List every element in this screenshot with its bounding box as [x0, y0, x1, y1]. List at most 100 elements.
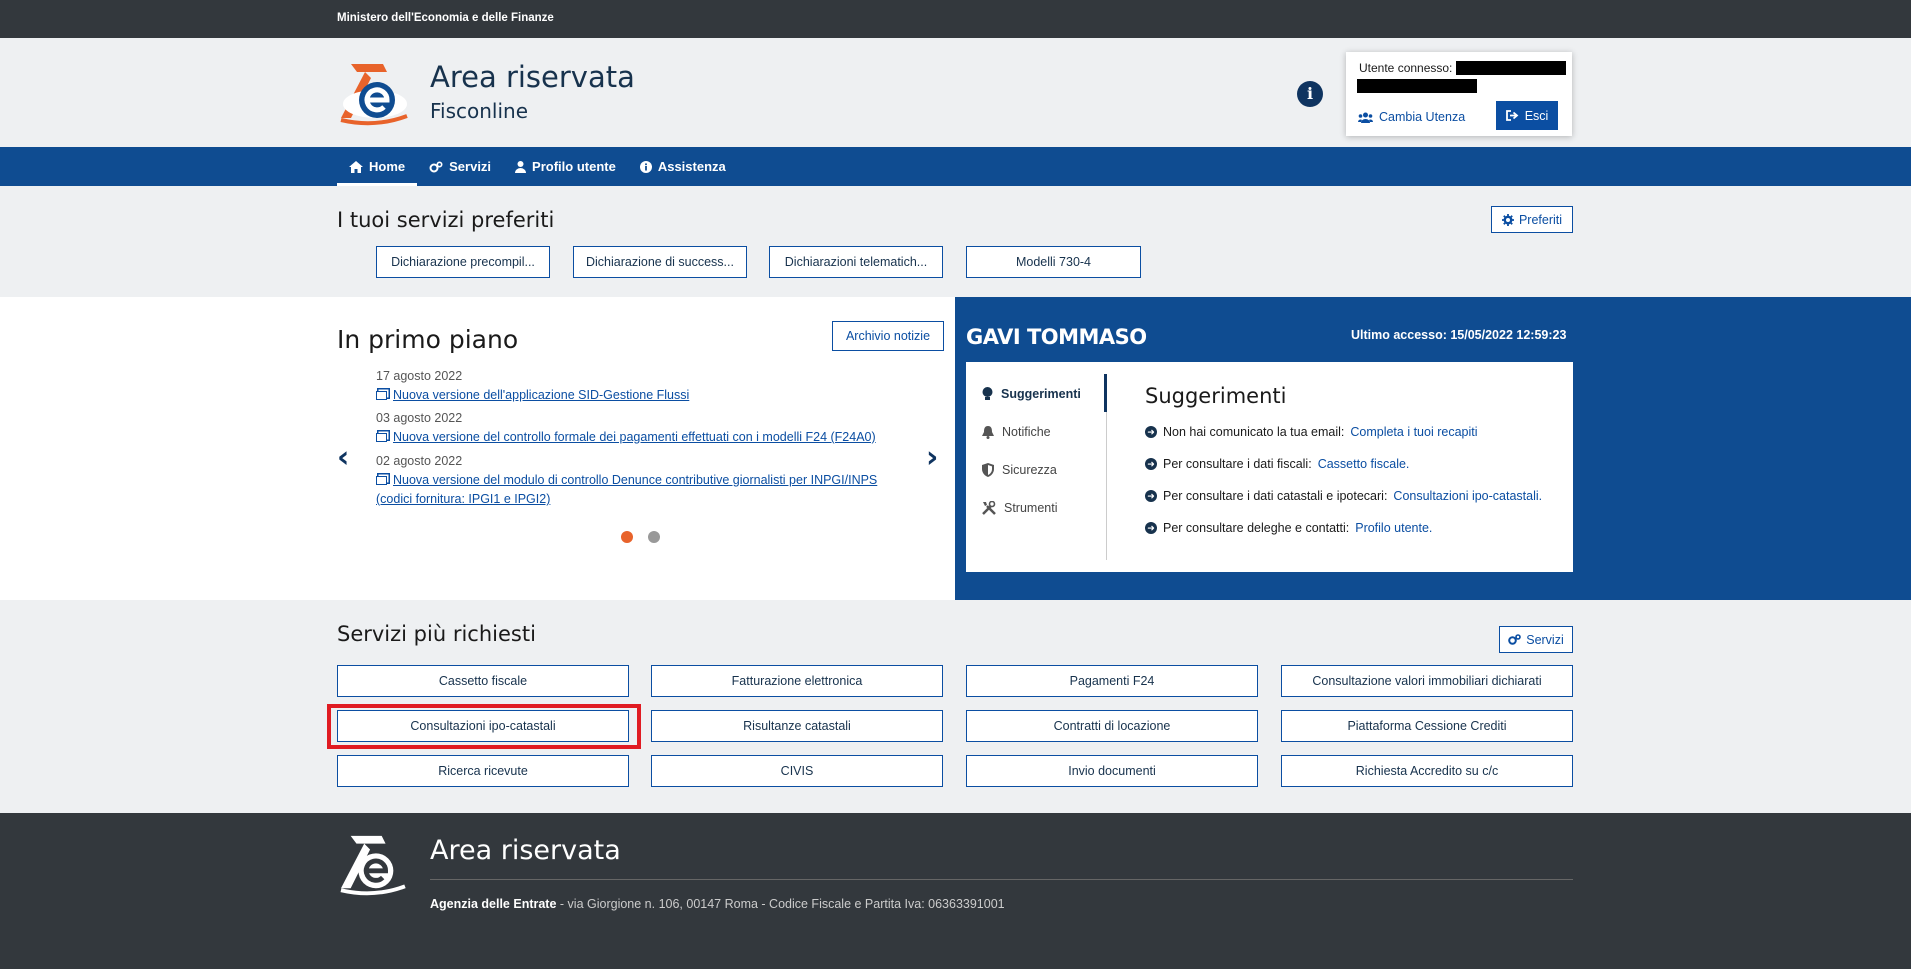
carousel-dot-active[interactable] [621, 531, 633, 543]
connected-user-label: Utente connesso: [1359, 61, 1453, 75]
footer: Area riservata Agenzia delle Entrate - v… [0, 813, 1911, 969]
arrow-circle-right-icon: ➜ [1145, 426, 1157, 438]
suggestion-1: ➜ Non hai comunicato la tua email: Compl… [1145, 425, 1478, 439]
news-archive-button[interactable]: Archivio notizie [832, 321, 944, 351]
favorite-service-2[interactable]: Dichiarazione di success... [573, 246, 747, 278]
window-icon [376, 476, 387, 485]
tab-notifiche[interactable]: Notifiche [982, 425, 1051, 439]
user-icon [515, 160, 527, 173]
service-invio-documenti[interactable]: Invio documenti [966, 755, 1258, 787]
service-valori-immobiliari[interactable]: Consultazione valori immobiliari dichiar… [1281, 665, 1573, 697]
arrow-circle-right-icon: ➜ [1145, 490, 1157, 502]
favorites-section: I tuoi servizi preferiti Preferiti Dichi… [0, 186, 1911, 297]
news-title: In primo piano [337, 325, 519, 354]
bell-icon [982, 425, 994, 439]
agenzia-logo[interactable] [337, 60, 409, 126]
nav-assistenza[interactable]: Assistenza [628, 147, 738, 186]
news-link-2[interactable]: Nuova versione del controllo formale dei… [376, 428, 906, 447]
info-icon[interactable]: i [1297, 81, 1323, 107]
news-link-text-1: Nuova versione dell'applicazione SID-Ges… [393, 388, 690, 402]
ministry-bar: Ministero dell'Economia e delle Finanze [0, 0, 1911, 38]
favorite-service-4[interactable]: Modelli 730-4 [966, 246, 1141, 278]
carousel-next-icon[interactable]: › [926, 440, 938, 475]
main-nav: Home Servizi Profilo utente Assistenza [0, 147, 1911, 186]
suggestion-3-link[interactable]: Consultazioni ipo-catastali. [1393, 489, 1542, 503]
carousel-dot[interactable] [648, 531, 660, 543]
switch-user-label: Cambia Utenza [1379, 110, 1466, 124]
footer-address: Agenzia delle Entrate - via Giorgione n.… [430, 897, 1005, 911]
service-pagamenti-f24[interactable]: Pagamenti F24 [966, 665, 1258, 697]
suggestion-4: ➜ Per consultare deleghe e contatti: Pro… [1145, 521, 1432, 535]
home-icon [349, 160, 363, 173]
agenzia-logo-footer [340, 835, 406, 896]
info-circle-icon [639, 160, 652, 173]
services-button[interactable]: Servizi [1499, 626, 1573, 653]
service-contratti-locazione[interactable]: Contratti di locazione [966, 710, 1258, 742]
news-link-3[interactable]: Nuova versione del modulo di controllo D… [376, 471, 906, 509]
service-cessione-crediti[interactable]: Piattaforma Cessione Crediti [1281, 710, 1573, 742]
tab-sicurezza[interactable]: Sicurezza [982, 463, 1057, 477]
tab-suggerimenti-label: Suggerimenti [1001, 387, 1081, 401]
news-link-1[interactable]: Nuova versione dell'applicazione SID-Ges… [376, 386, 906, 405]
nav-home-label: Home [369, 159, 406, 174]
favorite-service-1[interactable]: Dichiarazione precompil... [376, 246, 550, 278]
user-card: Suggerimenti Notifiche Sicurezza Strumen… [966, 362, 1573, 572]
cogs-icon [429, 160, 443, 172]
carousel-prev-icon[interactable]: ‹ [337, 440, 349, 475]
nav-profilo[interactable]: Profilo utente [503, 147, 628, 186]
suggestion-4-text: Per consultare deleghe e contatti: [1163, 521, 1350, 535]
services-button-label: Servizi [1526, 632, 1564, 647]
footer-divider [430, 879, 1573, 880]
suggestion-4-link[interactable]: Profilo utente. [1355, 521, 1432, 535]
sign-out-icon [1505, 110, 1519, 121]
suggestions-title: Suggerimenti [1145, 384, 1287, 408]
tab-strumenti[interactable]: Strumenti [982, 501, 1058, 515]
user-box: Utente connesso: Cambia Utenza Esci [1346, 52, 1572, 136]
service-accredito[interactable]: Richiesta Accredito su c/c [1281, 755, 1573, 787]
news-date-3: 02 agosto 2022 [376, 454, 463, 468]
tools-icon [982, 501, 996, 515]
window-icon [376, 391, 387, 400]
window-icon [376, 433, 387, 442]
favorites-button[interactable]: Preferiti [1491, 206, 1573, 233]
service-civis[interactable]: CIVIS [651, 755, 943, 787]
logout-button[interactable]: Esci [1496, 101, 1558, 130]
footer-title: Area riservata [430, 835, 621, 866]
redacted-username-line2 [1357, 79, 1477, 93]
suggestion-2-text: Per consultare i dati fiscali: [1163, 457, 1312, 471]
nav-servizi-label: Servizi [449, 159, 492, 174]
service-ricerca-ricevute[interactable]: Ricerca ricevute [337, 755, 629, 787]
tab-notifiche-label: Notifiche [1002, 425, 1051, 439]
service-risultanze-catastali[interactable]: Risultanze catastali [651, 710, 943, 742]
arrow-circle-right-icon: ➜ [1145, 522, 1157, 534]
suggestion-2: ➜ Per consultare i dati fiscali: Cassett… [1145, 457, 1409, 471]
nav-profilo-label: Profilo utente [532, 159, 616, 174]
service-cassetto-fiscale[interactable]: Cassetto fiscale [337, 665, 629, 697]
nav-home[interactable]: Home [337, 147, 418, 186]
service-fatturazione-elettronica[interactable]: Fatturazione elettronica [651, 665, 943, 697]
news-date-1: 17 agosto 2022 [376, 369, 463, 383]
last-access: Ultimo accesso: 15/05/2022 12:59:23 [1351, 328, 1567, 342]
top-services-section: Servizi più richiesti Servizi Cassetto f… [0, 600, 1911, 813]
nav-assistenza-label: Assistenza [657, 159, 726, 174]
tab-selected-indicator [1104, 374, 1107, 412]
suggestion-2-link[interactable]: Cassetto fiscale. [1318, 457, 1410, 471]
users-icon [1358, 112, 1373, 123]
header: Area riservata Fisconline i Utente conne… [0, 38, 1911, 147]
switch-user-link[interactable]: Cambia Utenza [1358, 110, 1465, 124]
tab-suggerimenti[interactable]: Suggerimenti [982, 387, 1081, 401]
suggestion-1-link[interactable]: Completa i tuoi recapiti [1350, 425, 1477, 439]
news-link-text-3: Nuova versione del modulo di controllo D… [376, 473, 878, 506]
shield-icon [982, 463, 994, 477]
news-link-text-2: Nuova versione del controllo formale dei… [393, 430, 876, 444]
lightbulb-icon [982, 387, 993, 400]
top-services-title: Servizi più richiesti [337, 622, 536, 646]
user-panel: GAVI TOMMASO Ultimo accesso: 15/05/2022 … [955, 297, 1911, 600]
arrow-circle-right-icon: ➜ [1145, 458, 1157, 470]
favorite-service-3[interactable]: Dichiarazioni telematich... [769, 246, 943, 278]
nav-servizi[interactable]: Servizi [417, 147, 503, 186]
tab-strumenti-label: Strumenti [1004, 501, 1058, 515]
suggestion-3-text: Per consultare i dati catastali e ipotec… [1163, 489, 1388, 503]
tab-sicurezza-label: Sicurezza [1002, 463, 1057, 477]
logout-label: Esci [1524, 108, 1549, 123]
